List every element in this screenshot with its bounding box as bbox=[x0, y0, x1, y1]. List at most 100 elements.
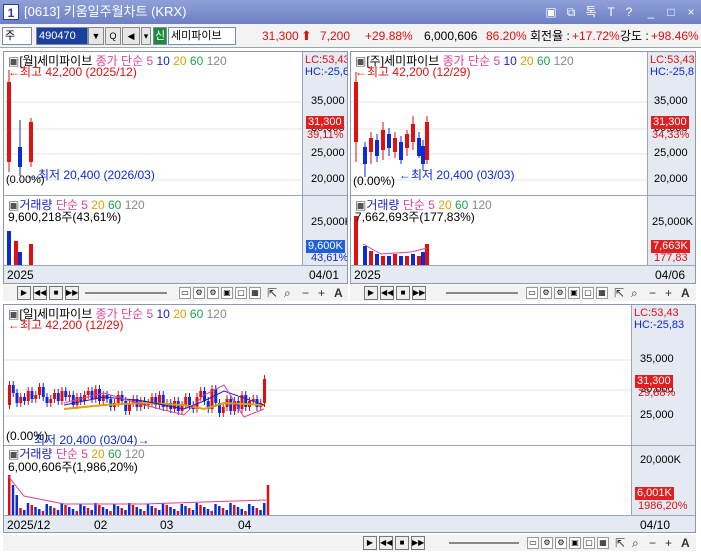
daily-date-axis: 2025/12 02 03 04 04/10 bbox=[4, 515, 695, 532]
stock-code-input[interactable]: 490470 bbox=[36, 27, 88, 45]
search-icon[interactable]: Q bbox=[105, 27, 121, 45]
volume-bar bbox=[411, 254, 415, 265]
candle-body bbox=[41, 387, 45, 397]
nav-stop-button[interactable]: ■ bbox=[49, 286, 63, 300]
volume-bar bbox=[417, 256, 421, 265]
zoom-range-icon[interactable]: ▭ bbox=[527, 537, 539, 549]
window-lock-icon[interactable]: ▣ bbox=[543, 4, 559, 20]
zoom-out-button[interactable]: − bbox=[649, 285, 656, 301]
window-close-button[interactable]: × bbox=[683, 4, 699, 20]
nav-first-button[interactable]: ▶ bbox=[17, 286, 31, 300]
daily-vol-box: 6,001K bbox=[635, 487, 674, 500]
window-font-icon[interactable]: T bbox=[603, 4, 619, 20]
draw-line-icon[interactable]: ⇱ bbox=[614, 285, 624, 301]
candle-body bbox=[381, 130, 385, 150]
screen-icon[interactable]: ▦ bbox=[597, 537, 609, 549]
overlay-icon[interactable]: ▣ bbox=[221, 287, 233, 299]
candle-body bbox=[29, 122, 33, 162]
speaker-dropdown-icon[interactable]: ▾ bbox=[141, 27, 151, 45]
auto-scale-button[interactable]: A bbox=[681, 535, 690, 551]
nav-next-button[interactable]: ▶▶ bbox=[65, 286, 79, 300]
volume-bar bbox=[113, 504, 116, 515]
window-icon[interactable]: ▢ bbox=[235, 287, 247, 299]
auto-scale-button[interactable]: A bbox=[334, 285, 343, 301]
code-dropdown-icon[interactable]: ▼ bbox=[88, 27, 104, 45]
magnify-icon[interactable]: ⌕ bbox=[632, 535, 639, 551]
candle-body bbox=[109, 399, 113, 407]
window-icon[interactable]: ▢ bbox=[583, 537, 595, 549]
window-pin-icon[interactable]: 톡 bbox=[583, 4, 599, 20]
monthly-price-box: 31,300 bbox=[306, 116, 344, 129]
indicator-icon[interactable]: ⚙ bbox=[207, 287, 219, 299]
overlay-icon[interactable]: ▣ bbox=[568, 287, 580, 299]
window-minimize-button[interactable]: _ bbox=[643, 4, 659, 20]
magnify-icon[interactable]: ⌕ bbox=[284, 285, 291, 301]
candle-body bbox=[411, 124, 415, 142]
settings-icon[interactable]: ⚙ bbox=[540, 287, 552, 299]
zoom-out-button[interactable]: − bbox=[649, 535, 656, 551]
window-icon[interactable]: ▢ bbox=[582, 287, 594, 299]
indicator-icon[interactable]: ⚙ bbox=[555, 537, 567, 549]
market-select[interactable]: 주 bbox=[2, 27, 32, 45]
zoom-in-button[interactable]: + bbox=[665, 535, 672, 551]
volume-bar bbox=[221, 508, 225, 515]
nav-stop-button[interactable]: ■ bbox=[396, 286, 410, 300]
candle-body bbox=[188, 397, 191, 405]
volume-bar bbox=[214, 504, 217, 515]
window-copy-icon[interactable]: ⧉ bbox=[563, 4, 579, 20]
weekly-price-box: 31,300 bbox=[651, 116, 689, 129]
volume-bar bbox=[203, 507, 206, 515]
volume-bar bbox=[94, 503, 97, 515]
screen-icon[interactable]: ▦ bbox=[596, 287, 608, 299]
zoom-in-button[interactable]: + bbox=[665, 285, 672, 301]
magnify-icon[interactable]: ⌕ bbox=[631, 285, 638, 301]
candle-body bbox=[176, 401, 180, 411]
nav-prev-button[interactable]: ◀◀ bbox=[33, 286, 47, 300]
settings-icon[interactable]: ⚙ bbox=[541, 537, 553, 549]
volume-bar bbox=[146, 504, 150, 515]
window-title: [0613] 키움일주월차트 (KRX) bbox=[24, 4, 187, 19]
nav-stop-button[interactable]: ■ bbox=[395, 536, 409, 550]
volume-bar bbox=[363, 246, 367, 265]
indicator-icon[interactable]: ⚙ bbox=[554, 287, 566, 299]
nav-next-button[interactable]: ▶▶ bbox=[411, 536, 425, 550]
window-maximize-button[interactable]: □ bbox=[663, 4, 679, 20]
candle-body bbox=[244, 395, 248, 407]
nav-next-button[interactable]: ▶▶ bbox=[412, 286, 426, 300]
candle-body bbox=[393, 138, 397, 152]
draw-line-icon[interactable]: ⇱ bbox=[267, 285, 277, 301]
window-help-icon[interactable]: ? bbox=[621, 4, 637, 20]
volume-bar bbox=[83, 506, 86, 515]
weekly-tick: 35,000 bbox=[654, 95, 688, 107]
ma60-label: 60 bbox=[189, 54, 204, 68]
weekly-volume-axis: 25,000K 7,663K 177,83 bbox=[647, 196, 695, 265]
nav-first-button[interactable]: ▶ bbox=[363, 536, 377, 550]
volume-bar bbox=[53, 508, 56, 515]
volume-bar bbox=[375, 254, 379, 265]
ma5-label: 5 bbox=[146, 54, 154, 68]
screen-icon[interactable]: ▦ bbox=[249, 287, 261, 299]
candle-body bbox=[221, 407, 225, 413]
auto-scale-button[interactable]: A bbox=[681, 285, 690, 301]
monthly-volume-axis: 25,000K 9,600K 43,61% bbox=[302, 196, 347, 265]
zoom-out-button[interactable]: − bbox=[302, 285, 309, 301]
candle-body bbox=[75, 397, 79, 405]
candle-body bbox=[94, 389, 98, 399]
zoom-in-button[interactable]: + bbox=[318, 285, 325, 301]
zoom-range-icon[interactable]: ▭ bbox=[179, 287, 191, 299]
volume-bar bbox=[369, 251, 373, 265]
draw-line-icon[interactable]: ⇱ bbox=[615, 535, 625, 551]
speaker-icon[interactable]: ◀ bbox=[122, 27, 140, 45]
volume-bar bbox=[120, 508, 123, 515]
daily-nav-bar: ▶ ◀◀ ■ ▶▶ ▭ ⚙ ⚙ ▣ ▢ ▦ ⇱ ⌕ − + A bbox=[3, 535, 696, 551]
overlay-icon[interactable]: ▣ bbox=[569, 537, 581, 549]
volume-bar bbox=[199, 505, 202, 515]
volume-bar bbox=[29, 244, 33, 265]
settings-icon[interactable]: ⚙ bbox=[193, 287, 205, 299]
nav-first-button[interactable]: ▶ bbox=[364, 286, 378, 300]
zoom-range-icon[interactable]: ▭ bbox=[526, 287, 538, 299]
nav-prev-button[interactable]: ◀◀ bbox=[380, 286, 394, 300]
candle-body bbox=[7, 82, 11, 162]
nav-prev-button[interactable]: ◀◀ bbox=[379, 536, 393, 550]
volume-bar bbox=[101, 507, 105, 515]
